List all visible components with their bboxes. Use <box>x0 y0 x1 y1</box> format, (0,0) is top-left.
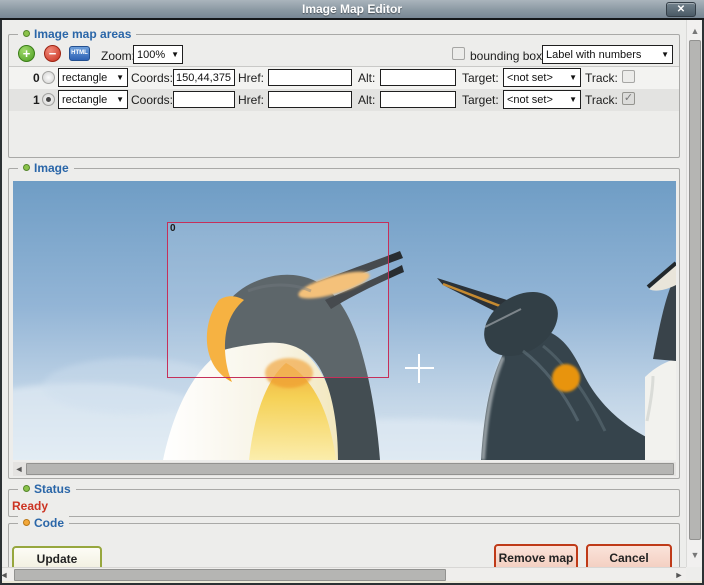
green-bullet-icon <box>23 485 30 492</box>
bounding-box-label: bounding box <box>470 49 543 63</box>
status-legend: Status <box>18 482 76 496</box>
image-hscrollbar-thumb[interactable] <box>26 463 674 475</box>
scroll-right-icon[interactable]: ► <box>673 568 685 582</box>
radio-dot <box>46 97 51 102</box>
chevron-down-icon: ▼ <box>116 73 124 82</box>
dialog-border-left <box>0 20 2 585</box>
track-label: Track: <box>585 71 618 85</box>
area-row-1: 1 rectangle ▼ Coords: Href: Alt: Target:… <box>9 89 679 111</box>
areas-legend-label: Image map areas <box>34 27 132 41</box>
coords-label: Coords: <box>131 71 174 85</box>
minus-icon: − <box>48 46 57 61</box>
dialog-footer-strip <box>2 581 702 583</box>
chevron-down-icon: ▼ <box>569 73 577 82</box>
orange-bullet-icon <box>23 519 30 526</box>
selection-rectangle[interactable]: 0 <box>167 222 389 378</box>
code-legend: Code <box>18 516 69 530</box>
alt-label: Alt: <box>358 93 376 107</box>
shape-value: rectangle <box>62 71 108 84</box>
dialog-title: Image Map Editor <box>301 2 402 16</box>
check-icon: ✓ <box>623 92 634 104</box>
area-0-track-checkbox[interactable] <box>622 70 635 83</box>
area-0-coords-input[interactable] <box>173 69 235 86</box>
track-label: Track: <box>585 93 618 107</box>
remove-area-button[interactable]: − <box>44 45 61 62</box>
alt-label: Alt: <box>358 71 376 85</box>
image-legend-label: Image <box>34 161 69 175</box>
area-1-target-select[interactable]: <not set> ▼ <box>503 90 581 109</box>
selection-area-label: 0 <box>170 223 176 234</box>
area-1-href-input[interactable] <box>268 91 352 108</box>
areas-legend: Image map areas <box>18 27 137 41</box>
href-label: Href: <box>238 71 265 85</box>
area-0-href-input[interactable] <box>268 69 352 86</box>
image-hscrollbar[interactable]: ◄ <box>13 462 676 476</box>
chevron-down-icon: ▼ <box>171 50 179 59</box>
image-map-canvas[interactable]: 0 <box>13 181 676 460</box>
shape-value: rectangle <box>62 93 108 106</box>
area-1-shape-select[interactable]: rectangle ▼ <box>58 90 128 109</box>
area-1-coords-input[interactable] <box>173 91 235 108</box>
area-0-radio[interactable] <box>42 71 55 84</box>
scroll-up-icon[interactable]: ▲ <box>687 24 703 38</box>
area-1-radio[interactable] <box>42 93 55 106</box>
dialog-hscrollbar-thumb[interactable] <box>14 569 446 581</box>
area-0-shape-select[interactable]: rectangle ▼ <box>58 68 128 87</box>
area-0-alt-input[interactable] <box>380 69 456 86</box>
chevron-down-icon: ▼ <box>569 95 577 104</box>
scroll-down-icon[interactable]: ▼ <box>687 548 703 562</box>
area-index: 0 <box>33 71 40 85</box>
status-fieldset <box>8 489 680 517</box>
close-button[interactable]: ✕ <box>666 2 696 17</box>
add-area-button[interactable]: + <box>18 45 35 62</box>
target-label: Target: <box>462 93 499 107</box>
status-text: Ready <box>12 499 49 513</box>
dialog-hscrollbar[interactable]: ◄ ► <box>0 567 686 582</box>
image-map-editor-dialog: Image Map Editor ✕ Image map areas + − H… <box>0 0 704 585</box>
status-legend-label: Status <box>34 482 71 496</box>
href-label: Href: <box>238 93 265 107</box>
chevron-down-icon: ▼ <box>661 50 669 59</box>
dialog-vscrollbar-thumb[interactable] <box>689 40 701 540</box>
area-1-alt-input[interactable] <box>380 91 456 108</box>
plus-icon: + <box>22 46 31 61</box>
zoom-select[interactable]: 100% ▼ <box>133 45 183 64</box>
scroll-left-icon[interactable]: ◄ <box>0 568 10 582</box>
code-legend-label: Code <box>34 516 64 530</box>
target-label: Target: <box>462 71 499 85</box>
area-index: 1 <box>33 93 40 107</box>
zoom-label: Zoom: <box>101 49 136 63</box>
close-icon: ✕ <box>676 4 686 15</box>
titlebar: Image Map Editor ✕ <box>0 0 704 20</box>
coords-label: Coords: <box>131 93 174 107</box>
target-value: <not set> <box>507 71 553 84</box>
green-bullet-icon <box>23 30 30 37</box>
area-0-target-select[interactable]: <not set> ▼ <box>503 68 581 87</box>
area-1-track-checkbox[interactable]: ✓ <box>622 92 635 105</box>
chevron-down-icon: ▼ <box>116 95 124 104</box>
html-icon: HTML <box>71 50 88 56</box>
scroll-left-icon[interactable]: ◄ <box>13 462 25 476</box>
label-mode-value: Label with numbers <box>546 48 642 61</box>
zoom-value: 100% <box>137 48 166 61</box>
bounding-box-checkbox[interactable] <box>452 47 465 60</box>
dialog-vscrollbar[interactable]: ▲ ▼ <box>686 20 702 567</box>
html-code-button[interactable]: HTML <box>69 46 90 61</box>
green-bullet-icon <box>23 164 30 171</box>
target-value: <not set> <box>507 93 553 106</box>
area-row-0: 0 rectangle ▼ Coords: Href: Alt: Target:… <box>9 67 679 89</box>
label-mode-select[interactable]: Label with numbers ▼ <box>542 45 673 64</box>
image-legend: Image <box>18 161 74 175</box>
